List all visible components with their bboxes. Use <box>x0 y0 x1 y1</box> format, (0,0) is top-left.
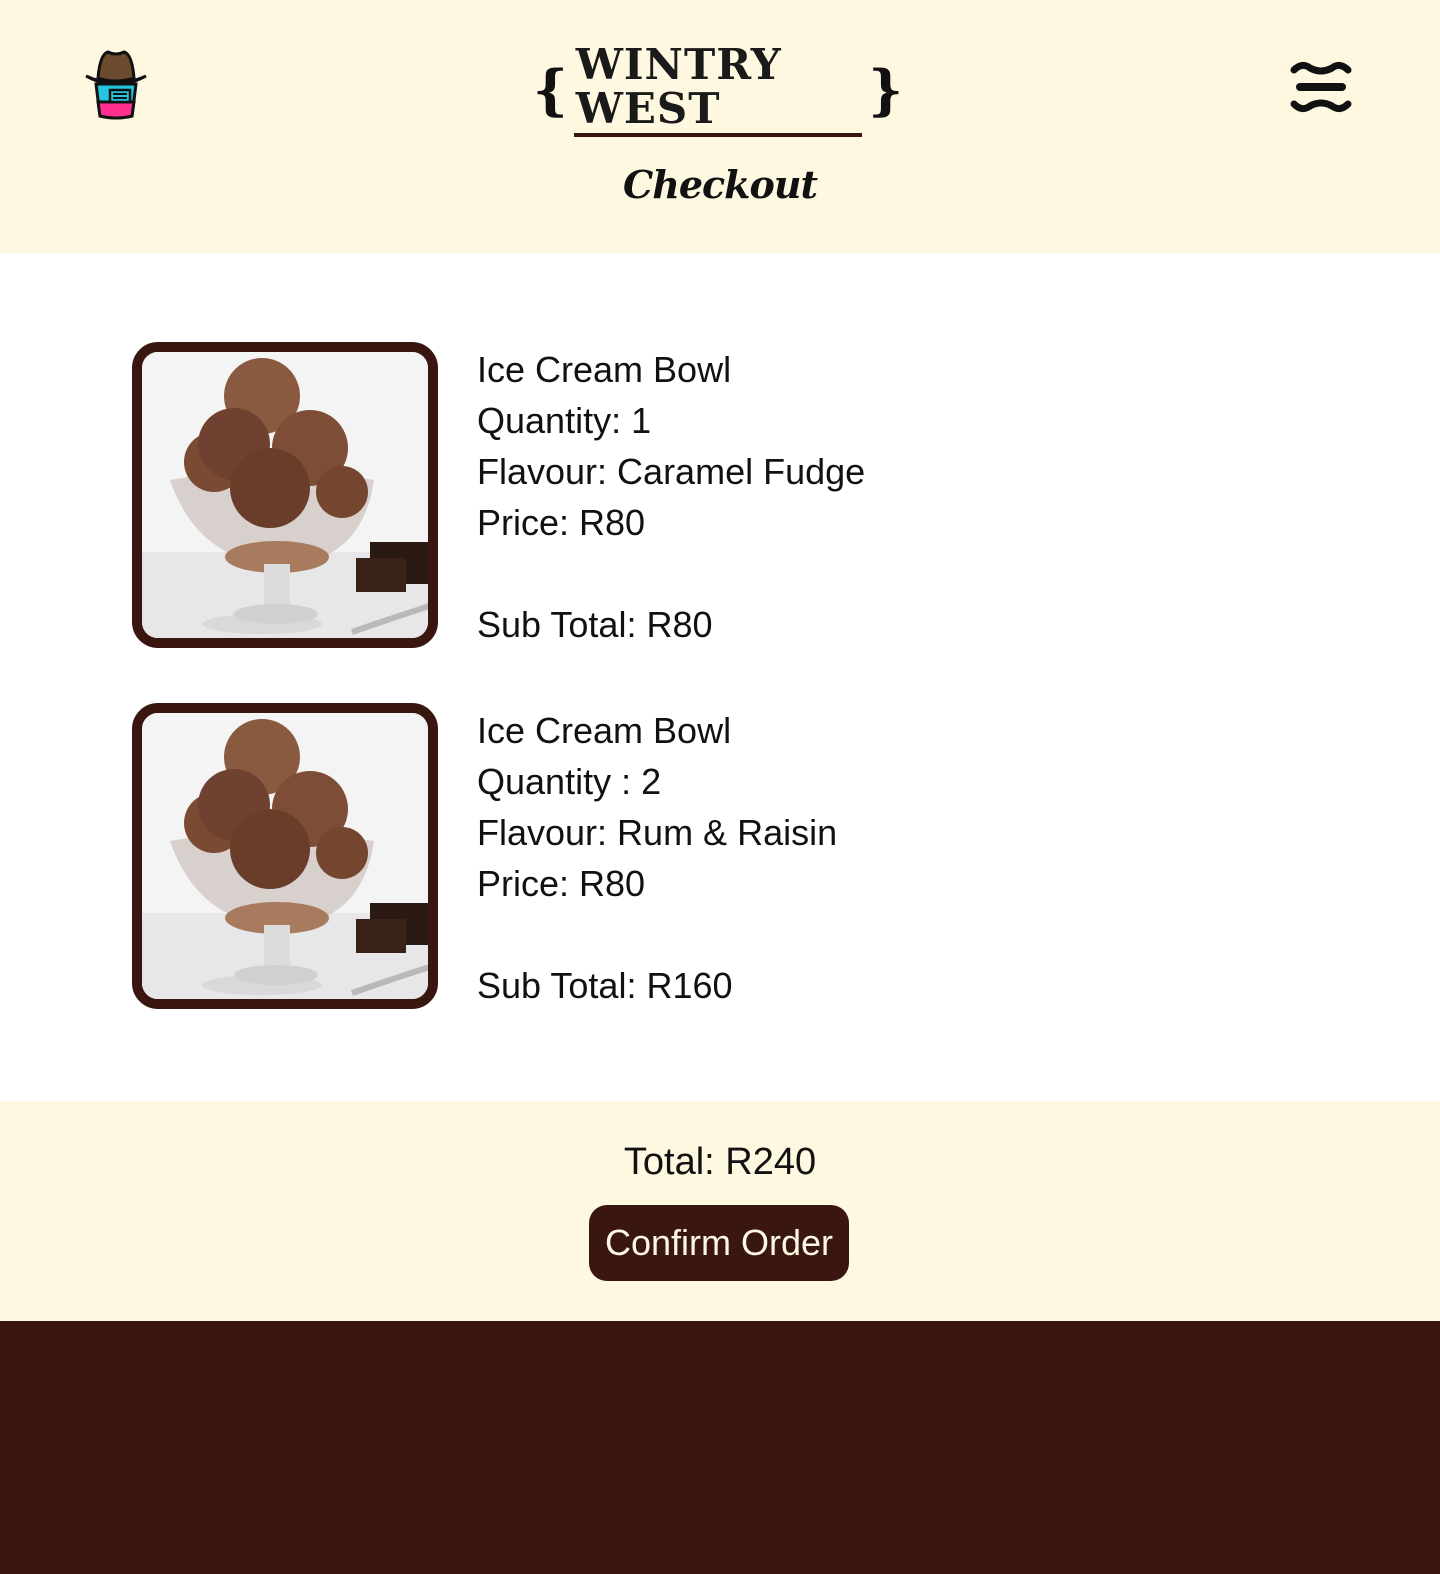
brand-right-brace: } <box>868 58 903 122</box>
item-name: Ice Cream Bowl <box>477 710 732 751</box>
chocolate-ice-cream-bowl-image <box>132 703 438 1009</box>
hamburger-menu-icon[interactable] <box>1288 58 1354 116</box>
brand-left-brace: { <box>533 58 568 122</box>
brand-name: WINTRY WEST <box>573 42 863 138</box>
item-price: Price: R80 <box>477 863 646 904</box>
item-name: Ice Cream Bowl <box>477 349 732 390</box>
item-details: Ice Cream Bowl Quantity : 2 Flavour: Rum… <box>477 705 837 1011</box>
chocolate-ice-cream-bowl-image <box>132 342 438 648</box>
item-quantity: Quantity: 1 <box>477 400 652 441</box>
item-subtotal: Sub Total: R80 <box>477 604 713 645</box>
item-subtotal: Sub Total: R160 <box>477 965 733 1006</box>
site-header: { WINTRY WEST } Checkout <box>0 0 1440 253</box>
page-title: Checkout <box>622 162 818 207</box>
brand-logo[interactable]: { WINTRY WEST } <box>533 42 903 138</box>
order-summary: Total: R240 Confirm Order <box>0 1101 1440 1321</box>
item-price: Price: R80 <box>477 502 646 543</box>
item-flavour: Flavour: Rum & Raisin <box>477 812 838 853</box>
site-footer <box>0 1321 1440 1574</box>
item-details: Ice Cream Bowl Quantity: 1 Flavour: Cara… <box>477 344 865 650</box>
confirm-order-button[interactable]: Confirm Order <box>589 1205 849 1281</box>
cart-item: Ice Cream Bowl Quantity : 2 Flavour: Rum… <box>132 703 1032 1009</box>
item-flavour: Flavour: Caramel Fudge <box>477 451 866 492</box>
cowboy-hat-cup-icon[interactable] <box>82 46 150 120</box>
cart-item: Ice Cream Bowl Quantity: 1 Flavour: Cara… <box>132 342 1032 648</box>
item-quantity: Quantity : 2 <box>477 761 662 802</box>
order-total: Total: R240 <box>623 1141 817 1183</box>
